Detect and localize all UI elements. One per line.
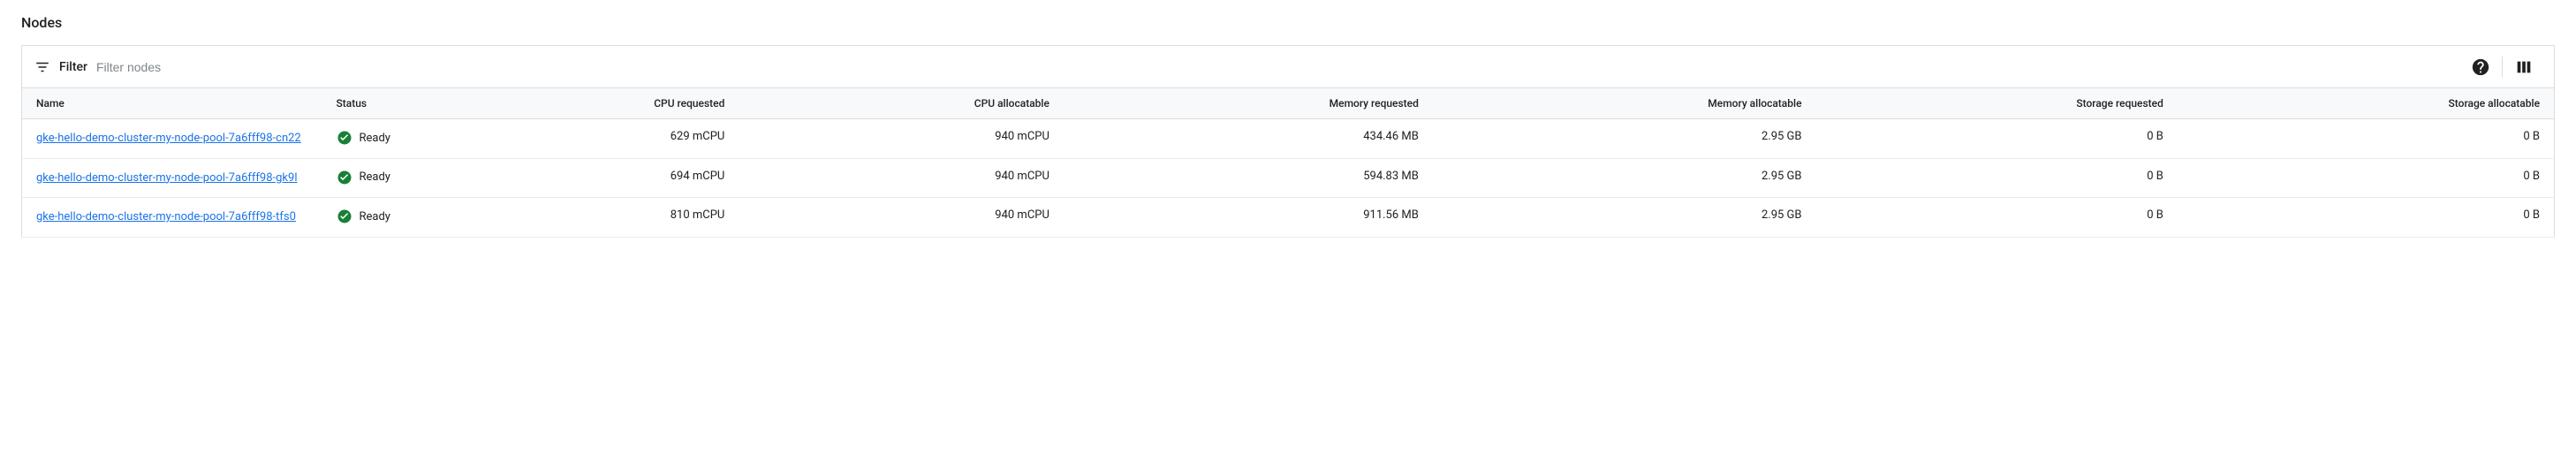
header-memory-allocatable[interactable]: Memory allocatable xyxy=(1433,88,1816,119)
filter-bar: Filter xyxy=(21,45,2555,87)
cell-cpu-requested: 694 mCPU xyxy=(428,158,739,198)
table-row: gke-hello-demo-cluster-my-node-pool-7a6f… xyxy=(22,158,2555,198)
header-cpu-requested[interactable]: CPU requested xyxy=(428,88,739,119)
cell-memory-allocatable: 2.95 GB xyxy=(1433,198,1816,238)
cell-status: Ready xyxy=(322,158,428,198)
cell-storage-requested: 0 B xyxy=(1816,198,2178,238)
node-link[interactable]: gke-hello-demo-cluster-my-node-pool-7a6f… xyxy=(36,170,298,187)
cell-memory-allocatable: 2.95 GB xyxy=(1433,119,1816,159)
table-row: gke-hello-demo-cluster-my-node-pool-7a6f… xyxy=(22,198,2555,238)
cell-memory-requested: 594.83 MB xyxy=(1064,158,1433,198)
check-circle-icon xyxy=(337,170,352,185)
table-row: gke-hello-demo-cluster-my-node-pool-7a6f… xyxy=(22,119,2555,159)
status-text: Ready xyxy=(360,132,390,145)
header-name[interactable]: Name xyxy=(22,88,322,119)
cell-name: gke-hello-demo-cluster-my-node-pool-7a6f… xyxy=(22,119,322,159)
node-link[interactable]: gke-hello-demo-cluster-my-node-pool-7a6f… xyxy=(36,130,301,148)
cell-memory-requested: 911.56 MB xyxy=(1064,198,1433,238)
cell-storage-requested: 0 B xyxy=(1816,119,2178,159)
cell-cpu-allocatable: 940 mCPU xyxy=(739,158,1064,198)
cell-cpu-requested: 810 mCPU xyxy=(428,198,739,238)
node-link[interactable]: gke-hello-demo-cluster-my-node-pool-7a6f… xyxy=(36,208,296,226)
header-memory-requested[interactable]: Memory requested xyxy=(1064,88,1433,119)
cell-name: gke-hello-demo-cluster-my-node-pool-7a6f… xyxy=(22,198,322,238)
header-storage-requested[interactable]: Storage requested xyxy=(1816,88,2178,119)
filter-icon xyxy=(34,59,50,75)
cell-cpu-requested: 629 mCPU xyxy=(428,119,739,159)
cell-storage-allocatable: 0 B xyxy=(2178,198,2555,238)
divider xyxy=(2502,57,2503,78)
cell-storage-allocatable: 0 B xyxy=(2178,119,2555,159)
table-header-row: Name Status CPU requested CPU allocatabl… xyxy=(22,88,2555,119)
cell-storage-requested: 0 B xyxy=(1816,158,2178,198)
check-circle-icon xyxy=(337,208,352,224)
columns-icon[interactable] xyxy=(2506,49,2542,85)
status-text: Ready xyxy=(360,170,390,184)
cell-memory-allocatable: 2.95 GB xyxy=(1433,158,1816,198)
nodes-table: Name Status CPU requested CPU allocatabl… xyxy=(21,87,2555,238)
section-title: Nodes xyxy=(21,14,2555,31)
cell-name: gke-hello-demo-cluster-my-node-pool-7a6f… xyxy=(22,158,322,198)
cell-cpu-allocatable: 940 mCPU xyxy=(739,198,1064,238)
cell-status: Ready xyxy=(322,198,428,238)
status-text: Ready xyxy=(360,210,390,223)
header-cpu-allocatable[interactable]: CPU allocatable xyxy=(739,88,1064,119)
cell-status: Ready xyxy=(322,119,428,159)
header-status[interactable]: Status xyxy=(322,88,428,119)
header-storage-allocatable[interactable]: Storage allocatable xyxy=(2178,88,2555,119)
check-circle-icon xyxy=(337,130,352,146)
cell-memory-requested: 434.46 MB xyxy=(1064,119,1433,159)
cell-cpu-allocatable: 940 mCPU xyxy=(739,119,1064,159)
filter-label: Filter xyxy=(59,60,87,74)
filter-input[interactable] xyxy=(96,60,273,74)
help-icon[interactable] xyxy=(2463,49,2498,85)
cell-storage-allocatable: 0 B xyxy=(2178,158,2555,198)
